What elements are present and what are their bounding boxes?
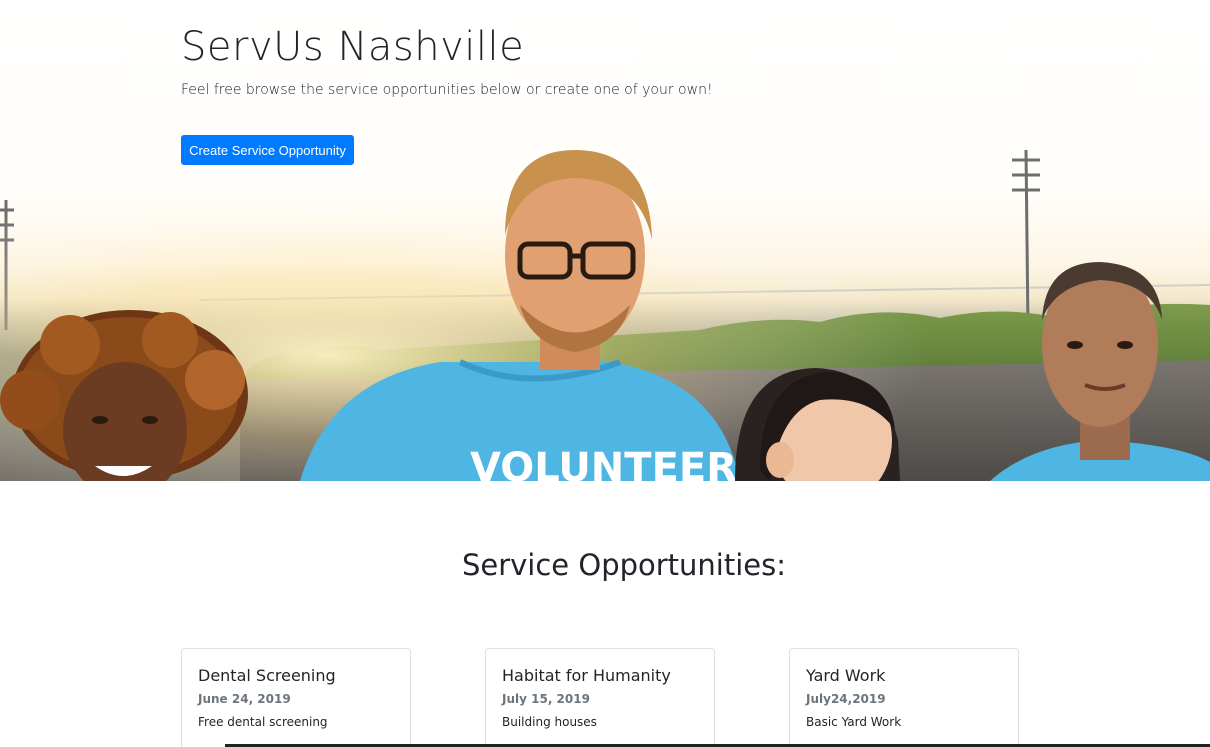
opportunity-card[interactable]: Dental Screening June 24, 2019 Free dent…: [181, 648, 411, 747]
card-description: Basic Yard Work: [806, 715, 902, 729]
volunteers-photo: VOLUNTEER: [0, 149, 1210, 481]
shirt-print: VOLUNTEER: [470, 445, 737, 481]
section-title: Service Opportunities:: [461, 548, 787, 582]
card-date: July24,2019: [806, 692, 886, 706]
card-description: Free dental screening: [198, 715, 328, 729]
card-date: June 24, 2019: [198, 692, 291, 706]
page-title: ServUs Nashville: [181, 24, 525, 70]
card-title: Yard Work: [806, 666, 886, 685]
hero-banner: VOLUNTEER ServUs Nashville Feel free bro…: [0, 0, 1210, 481]
card-date: July 15, 2019: [502, 692, 590, 706]
opportunity-card[interactable]: Yard Work July24,2019 Basic Yard Work: [789, 648, 1019, 747]
hero-lead: Feel free browse the service opportuniti…: [181, 82, 713, 98]
page: VOLUNTEER ServUs Nashville Feel free bro…: [0, 0, 1210, 747]
card-description: Building houses: [502, 715, 597, 729]
card-title: Dental Screening: [198, 666, 336, 685]
card-title: Habitat for Humanity: [502, 666, 671, 685]
opportunity-card[interactable]: Habitat for Humanity July 15, 2019 Build…: [485, 648, 715, 747]
create-service-opportunity-button[interactable]: Create Service Opportunity: [181, 135, 354, 165]
